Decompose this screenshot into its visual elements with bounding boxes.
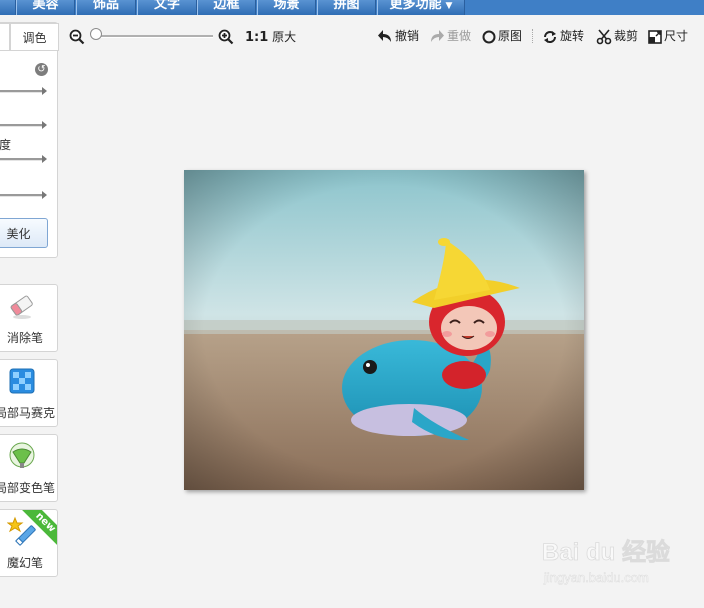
undo-label: 撤销 (395, 29, 420, 43)
one-click-beautify-button[interactable]: 美化 (0, 218, 48, 248)
tab-beauty[interactable]: 美容 (16, 0, 75, 15)
original-image-button[interactable]: 原图 (482, 26, 522, 46)
tool-magic-pen[interactable]: new 魔幻笔 (0, 509, 58, 577)
watermark-brand: Bai du 经验 (542, 538, 670, 566)
original-image-label: 原图 (498, 29, 523, 43)
tab-more-label: 更多功能 (389, 0, 442, 12)
photo-canvas[interactable] (184, 170, 584, 490)
mosaic-icon (9, 368, 35, 394)
redo-label: 重做 (447, 29, 472, 43)
toy-whale-photo (184, 170, 584, 490)
tool-mosaic-label: 局部马赛克 (0, 406, 55, 420)
zoom-out-button[interactable] (69, 26, 87, 46)
rotate-label: 旋转 (560, 29, 585, 43)
watermark-url: jingyan.baidu.com (543, 570, 649, 585)
adjustment-panel: 调色 ↺ 度 美化 (0, 22, 59, 258)
resize-label: 尺寸 (664, 29, 689, 43)
tab-frames[interactable]: 边框 (197, 0, 256, 15)
tool-eraser-label: 消除笔 (6, 331, 43, 345)
tool-color-pen[interactable]: 局部变色笔 (0, 434, 58, 502)
eraser-icon (10, 295, 33, 319)
slider-label: 度 (0, 138, 12, 152)
tab-previous[interactable] (0, 0, 16, 15)
zoom-in-icon (218, 29, 234, 44)
circle-icon (482, 30, 496, 43)
zoom-slider-track[interactable] (96, 35, 213, 38)
tab-more-features[interactable]: 更多功能 ▼ (377, 0, 465, 15)
zoom-slider-handle[interactable] (90, 28, 102, 40)
resize-button[interactable]: 尺寸 (648, 26, 688, 46)
ratio-label: 1:1 (245, 30, 269, 45)
color-pen-icon (9, 442, 35, 468)
rotate-button[interactable]: 旋转 (542, 26, 584, 46)
original-size-button[interactable]: 1:1 原大 (245, 27, 296, 47)
toolbar-divider (532, 29, 534, 43)
baidu-watermark: Bai du 经验 jingyan.baidu.com (542, 538, 670, 586)
tab-basic[interactable] (0, 23, 10, 51)
tool-mosaic[interactable]: 局部马赛克 (0, 359, 58, 427)
tool-color-pen-label: 局部变色笔 (0, 481, 55, 495)
undo-icon (378, 29, 391, 42)
redo-icon (431, 29, 444, 42)
redo-button[interactable]: 重做 (429, 26, 471, 46)
zoom-in-button[interactable] (218, 26, 236, 46)
slider-4[interactable] (0, 191, 47, 199)
top-navigation-bar: 美容 饰品 文字 边框 场景 拼图 更多功能 ▼ (0, 0, 704, 15)
undo-button[interactable]: 撤销 (377, 26, 419, 46)
scissors-icon (596, 28, 612, 44)
crop-button[interactable]: 裁剪 (596, 26, 638, 46)
tool-magic-pen-label: 魔幻笔 (6, 556, 43, 570)
zoom-out-icon (69, 29, 85, 44)
crop-label: 裁剪 (614, 29, 639, 43)
tab-scenes[interactable]: 场景 (257, 0, 316, 15)
tab-accessories[interactable]: 饰品 (76, 0, 136, 15)
reset-icon[interactable]: ↺ (35, 63, 48, 76)
slider-1[interactable] (0, 87, 47, 95)
chevron-down-icon: ▼ (445, 1, 453, 11)
slider-2[interactable] (0, 121, 47, 129)
rotate-icon (544, 30, 556, 43)
tool-eraser[interactable]: 消除笔 (0, 284, 58, 352)
resize-icon (648, 29, 662, 44)
original-size-label: 原大 (272, 30, 297, 44)
tab-collage[interactable]: 拼图 (317, 0, 376, 15)
slider-3[interactable] (0, 155, 47, 163)
tab-text[interactable]: 文字 (137, 0, 197, 15)
tab-color-adjust[interactable]: 调色 (10, 23, 59, 51)
